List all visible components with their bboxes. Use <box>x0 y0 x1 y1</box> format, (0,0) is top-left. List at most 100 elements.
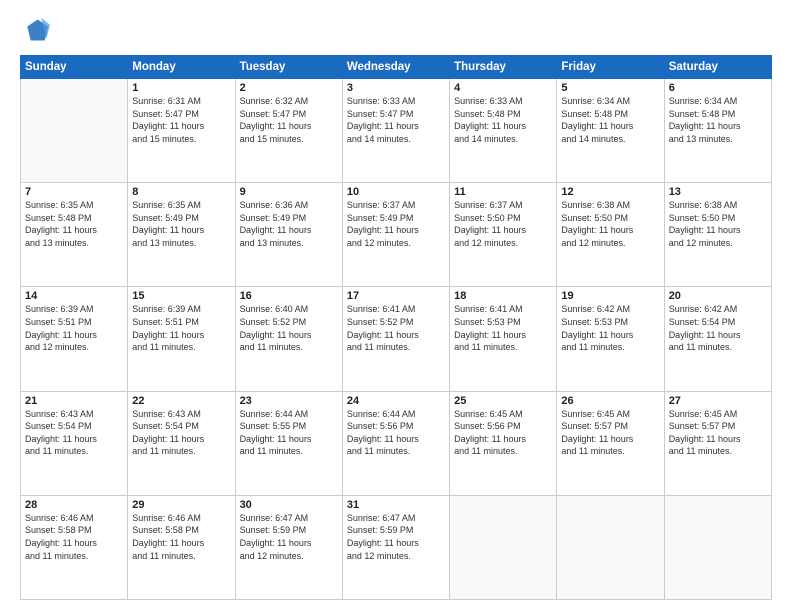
day-info: Sunrise: 6:33 AMSunset: 5:47 PMDaylight:… <box>347 95 445 145</box>
day-info: Sunrise: 6:39 AMSunset: 5:51 PMDaylight:… <box>25 303 123 353</box>
day-info: Sunrise: 6:38 AMSunset: 5:50 PMDaylight:… <box>561 199 659 249</box>
day-number: 24 <box>347 395 445 407</box>
day-number: 10 <box>347 186 445 198</box>
calendar-header-friday: Friday <box>557 56 664 79</box>
day-number: 17 <box>347 290 445 302</box>
day-info: Sunrise: 6:36 AMSunset: 5:49 PMDaylight:… <box>240 199 338 249</box>
day-number: 31 <box>347 499 445 511</box>
day-info: Sunrise: 6:43 AMSunset: 5:54 PMDaylight:… <box>25 408 123 458</box>
calendar-cell: 26Sunrise: 6:45 AMSunset: 5:57 PMDayligh… <box>557 391 664 495</box>
calendar-cell: 1Sunrise: 6:31 AMSunset: 5:47 PMDaylight… <box>128 79 235 183</box>
day-number: 5 <box>561 82 659 94</box>
day-info: Sunrise: 6:40 AMSunset: 5:52 PMDaylight:… <box>240 303 338 353</box>
calendar-cell: 24Sunrise: 6:44 AMSunset: 5:56 PMDayligh… <box>342 391 449 495</box>
calendar-cell: 27Sunrise: 6:45 AMSunset: 5:57 PMDayligh… <box>664 391 771 495</box>
calendar-cell: 2Sunrise: 6:32 AMSunset: 5:47 PMDaylight… <box>235 79 342 183</box>
calendar-cell: 10Sunrise: 6:37 AMSunset: 5:49 PMDayligh… <box>342 183 449 287</box>
day-info: Sunrise: 6:43 AMSunset: 5:54 PMDaylight:… <box>132 408 230 458</box>
calendar-week-2: 7Sunrise: 6:35 AMSunset: 5:48 PMDaylight… <box>21 183 772 287</box>
day-number: 6 <box>669 82 767 94</box>
day-number: 20 <box>669 290 767 302</box>
calendar-header-row: SundayMondayTuesdayWednesdayThursdayFrid… <box>21 56 772 79</box>
day-info: Sunrise: 6:41 AMSunset: 5:53 PMDaylight:… <box>454 303 552 353</box>
day-info: Sunrise: 6:47 AMSunset: 5:59 PMDaylight:… <box>240 512 338 562</box>
day-number: 14 <box>25 290 123 302</box>
day-number: 29 <box>132 499 230 511</box>
calendar-week-3: 14Sunrise: 6:39 AMSunset: 5:51 PMDayligh… <box>21 287 772 391</box>
calendar-header-tuesday: Tuesday <box>235 56 342 79</box>
calendar-header-monday: Monday <box>128 56 235 79</box>
calendar-cell: 30Sunrise: 6:47 AMSunset: 5:59 PMDayligh… <box>235 495 342 599</box>
calendar-header-saturday: Saturday <box>664 56 771 79</box>
calendar-cell <box>557 495 664 599</box>
calendar-cell <box>450 495 557 599</box>
page: SundayMondayTuesdayWednesdayThursdayFrid… <box>0 0 792 612</box>
calendar-cell: 20Sunrise: 6:42 AMSunset: 5:54 PMDayligh… <box>664 287 771 391</box>
day-info: Sunrise: 6:44 AMSunset: 5:56 PMDaylight:… <box>347 408 445 458</box>
calendar-cell: 31Sunrise: 6:47 AMSunset: 5:59 PMDayligh… <box>342 495 449 599</box>
calendar-week-4: 21Sunrise: 6:43 AMSunset: 5:54 PMDayligh… <box>21 391 772 495</box>
day-info: Sunrise: 6:42 AMSunset: 5:54 PMDaylight:… <box>669 303 767 353</box>
calendar-cell: 12Sunrise: 6:38 AMSunset: 5:50 PMDayligh… <box>557 183 664 287</box>
header <box>20 16 772 49</box>
day-info: Sunrise: 6:39 AMSunset: 5:51 PMDaylight:… <box>132 303 230 353</box>
calendar-cell: 15Sunrise: 6:39 AMSunset: 5:51 PMDayligh… <box>128 287 235 391</box>
day-info: Sunrise: 6:44 AMSunset: 5:55 PMDaylight:… <box>240 408 338 458</box>
calendar-header-wednesday: Wednesday <box>342 56 449 79</box>
day-number: 23 <box>240 395 338 407</box>
day-number: 19 <box>561 290 659 302</box>
day-number: 9 <box>240 186 338 198</box>
logo <box>20 16 54 49</box>
day-number: 15 <box>132 290 230 302</box>
day-info: Sunrise: 6:46 AMSunset: 5:58 PMDaylight:… <box>25 512 123 562</box>
day-info: Sunrise: 6:42 AMSunset: 5:53 PMDaylight:… <box>561 303 659 353</box>
calendar-cell: 3Sunrise: 6:33 AMSunset: 5:47 PMDaylight… <box>342 79 449 183</box>
day-info: Sunrise: 6:45 AMSunset: 5:57 PMDaylight:… <box>561 408 659 458</box>
day-info: Sunrise: 6:35 AMSunset: 5:49 PMDaylight:… <box>132 199 230 249</box>
day-number: 11 <box>454 186 552 198</box>
day-number: 30 <box>240 499 338 511</box>
calendar-week-1: 1Sunrise: 6:31 AMSunset: 5:47 PMDaylight… <box>21 79 772 183</box>
calendar-cell: 8Sunrise: 6:35 AMSunset: 5:49 PMDaylight… <box>128 183 235 287</box>
calendar-cell: 16Sunrise: 6:40 AMSunset: 5:52 PMDayligh… <box>235 287 342 391</box>
calendar-cell: 28Sunrise: 6:46 AMSunset: 5:58 PMDayligh… <box>21 495 128 599</box>
calendar-cell: 9Sunrise: 6:36 AMSunset: 5:49 PMDaylight… <box>235 183 342 287</box>
calendar-table: SundayMondayTuesdayWednesdayThursdayFrid… <box>20 55 772 600</box>
day-info: Sunrise: 6:45 AMSunset: 5:57 PMDaylight:… <box>669 408 767 458</box>
calendar-cell: 23Sunrise: 6:44 AMSunset: 5:55 PMDayligh… <box>235 391 342 495</box>
day-number: 25 <box>454 395 552 407</box>
day-number: 16 <box>240 290 338 302</box>
day-number: 13 <box>669 186 767 198</box>
calendar-cell: 22Sunrise: 6:43 AMSunset: 5:54 PMDayligh… <box>128 391 235 495</box>
calendar-cell: 13Sunrise: 6:38 AMSunset: 5:50 PMDayligh… <box>664 183 771 287</box>
day-number: 12 <box>561 186 659 198</box>
logo-icon <box>22 16 50 44</box>
calendar-cell: 11Sunrise: 6:37 AMSunset: 5:50 PMDayligh… <box>450 183 557 287</box>
calendar-week-5: 28Sunrise: 6:46 AMSunset: 5:58 PMDayligh… <box>21 495 772 599</box>
day-number: 8 <box>132 186 230 198</box>
day-info: Sunrise: 6:38 AMSunset: 5:50 PMDaylight:… <box>669 199 767 249</box>
day-info: Sunrise: 6:35 AMSunset: 5:48 PMDaylight:… <box>25 199 123 249</box>
calendar-cell: 25Sunrise: 6:45 AMSunset: 5:56 PMDayligh… <box>450 391 557 495</box>
calendar-cell: 19Sunrise: 6:42 AMSunset: 5:53 PMDayligh… <box>557 287 664 391</box>
day-info: Sunrise: 6:37 AMSunset: 5:50 PMDaylight:… <box>454 199 552 249</box>
day-number: 22 <box>132 395 230 407</box>
calendar-cell: 4Sunrise: 6:33 AMSunset: 5:48 PMDaylight… <box>450 79 557 183</box>
calendar-cell <box>21 79 128 183</box>
day-info: Sunrise: 6:31 AMSunset: 5:47 PMDaylight:… <box>132 95 230 145</box>
day-info: Sunrise: 6:32 AMSunset: 5:47 PMDaylight:… <box>240 95 338 145</box>
day-info: Sunrise: 6:34 AMSunset: 5:48 PMDaylight:… <box>669 95 767 145</box>
day-number: 4 <box>454 82 552 94</box>
calendar-cell: 29Sunrise: 6:46 AMSunset: 5:58 PMDayligh… <box>128 495 235 599</box>
calendar-header-sunday: Sunday <box>21 56 128 79</box>
day-number: 26 <box>561 395 659 407</box>
day-number: 28 <box>25 499 123 511</box>
calendar-cell <box>664 495 771 599</box>
calendar-cell: 14Sunrise: 6:39 AMSunset: 5:51 PMDayligh… <box>21 287 128 391</box>
calendar-cell: 6Sunrise: 6:34 AMSunset: 5:48 PMDaylight… <box>664 79 771 183</box>
day-info: Sunrise: 6:45 AMSunset: 5:56 PMDaylight:… <box>454 408 552 458</box>
day-info: Sunrise: 6:33 AMSunset: 5:48 PMDaylight:… <box>454 95 552 145</box>
calendar-cell: 17Sunrise: 6:41 AMSunset: 5:52 PMDayligh… <box>342 287 449 391</box>
day-info: Sunrise: 6:46 AMSunset: 5:58 PMDaylight:… <box>132 512 230 562</box>
day-number: 7 <box>25 186 123 198</box>
